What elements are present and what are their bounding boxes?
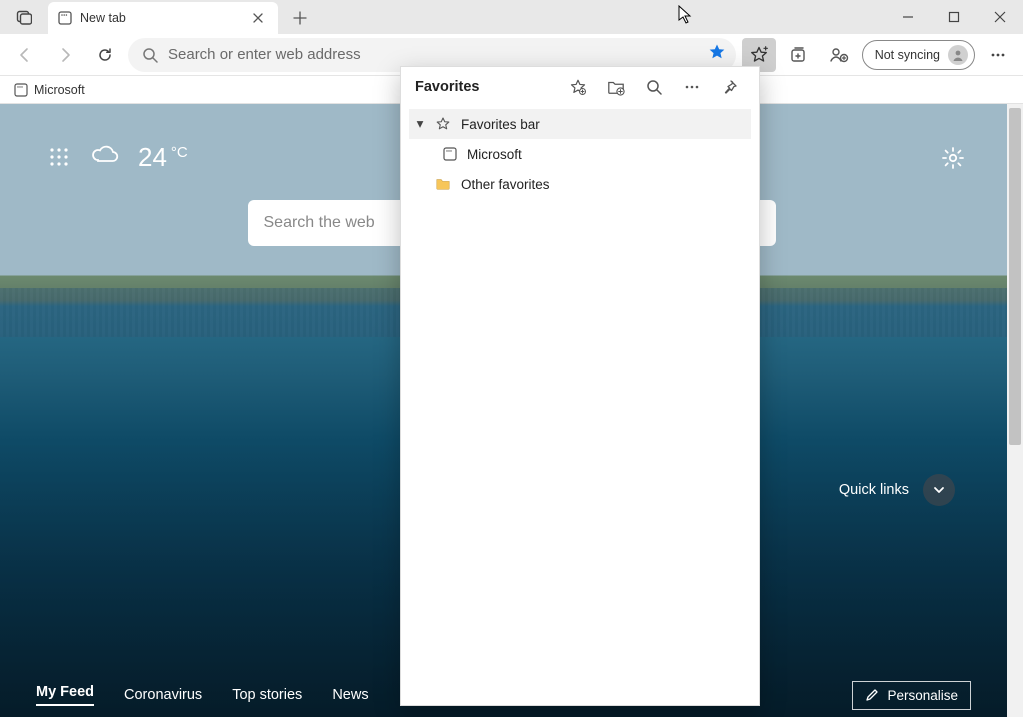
feed-tab-myfeed[interactable]: My Feed [36,684,94,706]
caret-down-icon: ▾ [415,116,425,132]
feed-tab-news[interactable]: News [332,687,368,703]
favorites-tree: ▾ Favorites bar Microsoft Other favorite… [401,107,759,201]
other-favorites-label: Other favorites [461,177,550,192]
favorites-bar-folder[interactable]: ▾ Favorites bar [409,109,751,139]
chevron-down-icon[interactable] [923,474,955,506]
quick-links-label: Quick links [839,482,909,498]
other-favorites-folder[interactable]: Other favorites [409,169,751,199]
collections-button[interactable] [782,38,816,72]
folder-icon [435,176,451,192]
temperature[interactable]: 24 °C [138,142,188,173]
add-folder-icon[interactable] [601,72,631,102]
minimize-button[interactable] [885,0,931,34]
personalise-button[interactable]: Personalise [852,681,971,710]
avatar-icon [948,45,968,65]
add-favorite-icon[interactable] [563,72,593,102]
refresh-button[interactable] [88,38,122,72]
top-widgets: 24 °C [48,142,188,173]
favorites-bar-label: Favorites bar [461,117,540,132]
page-icon [443,147,457,161]
scrollbar-thumb[interactable] [1009,108,1021,445]
star-outline-icon [435,116,451,132]
favorites-header: Favorites [401,67,759,107]
feed-tab-coronavirus[interactable]: Coronavirus [124,687,202,703]
back-button[interactable] [8,38,42,72]
favorites-panel: Favorites ▾ Favorites bar Microsoft [400,66,760,706]
forward-button[interactable] [48,38,82,72]
page-icon [14,83,28,97]
page-settings-button[interactable] [939,144,967,172]
settings-menu-button[interactable] [981,38,1015,72]
quick-links-toggle[interactable]: Quick links [839,474,955,506]
weather-icon[interactable] [90,142,120,173]
profile-icon[interactable] [822,38,856,72]
titlebar: New tab [0,0,1023,34]
feed-tab-topstories[interactable]: Top stories [232,687,302,703]
favorite-item-label: Microsoft [467,147,522,162]
add-favorite-icon[interactable] [708,43,726,66]
temperature-unit: °C [171,144,188,161]
more-options-icon[interactable] [677,72,707,102]
close-window-button[interactable] [977,0,1023,34]
pencil-icon [865,688,879,702]
vertical-scrollbar[interactable] [1007,104,1023,717]
sync-status[interactable]: Not syncing [862,40,975,70]
new-tab-button[interactable] [284,2,316,34]
address-input[interactable] [168,46,698,63]
personalise-label: Personalise [887,688,958,703]
favorite-item[interactable]: Microsoft [409,139,751,169]
maximize-button[interactable] [931,0,977,34]
favorites-title: Favorites [415,79,479,95]
search-icon [142,47,158,63]
pin-icon[interactable] [715,72,745,102]
apps-grid-icon[interactable] [48,146,72,170]
temperature-value: 24 [138,142,167,173]
tab-title: New tab [80,11,240,25]
close-tab-button[interactable] [248,8,268,28]
bookmark-item[interactable]: Microsoft [14,83,85,97]
search-favorites-icon[interactable] [639,72,669,102]
page-icon [58,11,72,25]
window-controls [885,0,1023,34]
browser-tab[interactable]: New tab [48,2,278,34]
bookmark-label: Microsoft [34,83,85,97]
app-tab-actions-icon[interactable] [0,0,48,34]
sync-label: Not syncing [875,48,940,62]
